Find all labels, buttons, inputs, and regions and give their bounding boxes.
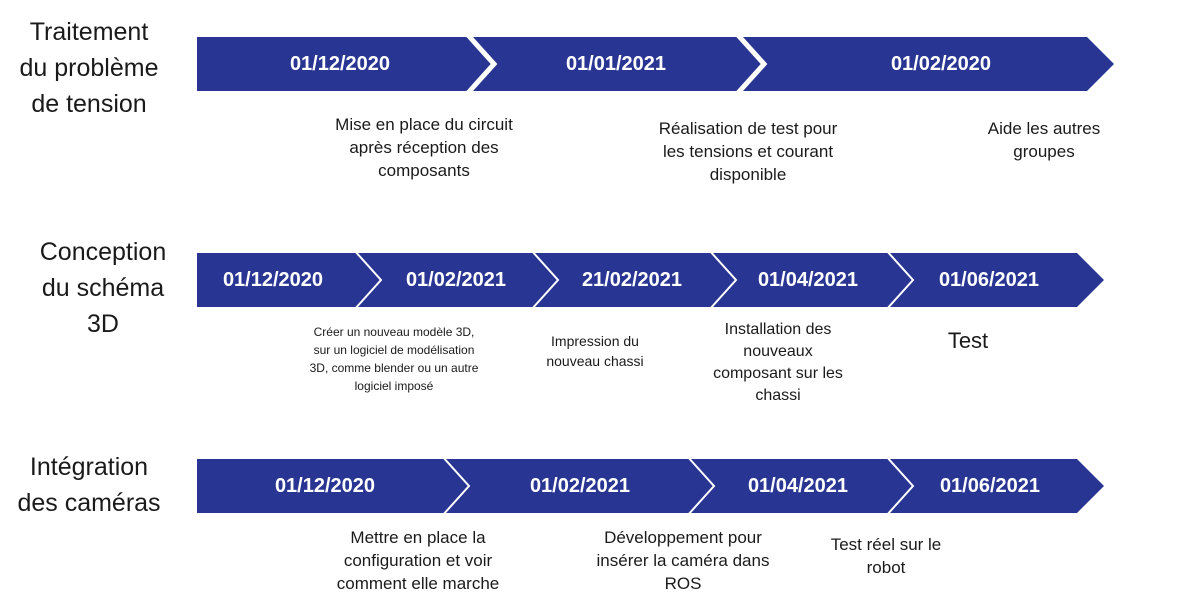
row-2-date-3: 21/02/2021 bbox=[581, 269, 683, 291]
row-3-desc-2: Développement pour insérer la caméra dan… bbox=[596, 528, 770, 593]
row-1-desc-3: Aide les autres groupes bbox=[987, 119, 1101, 161]
row-3-date-1: 01/12/2020 bbox=[274, 475, 376, 497]
row-3-desc-1: Mettre en place la configuration et voir… bbox=[336, 528, 500, 593]
row-2-desc-2: Impression du nouveau chassi bbox=[546, 333, 644, 369]
row-3-date-4: 01/06/2021 bbox=[939, 475, 1041, 497]
row-2-date-5: 01/06/2021 bbox=[938, 269, 1040, 291]
row-2-date-4: 01/04/2021 bbox=[757, 269, 859, 291]
row-1-date-1: 01/12/2020 bbox=[289, 53, 391, 75]
row-1-desc-2: Réalisation de test pour les tensions et… bbox=[658, 119, 838, 184]
row-3-date-2: 01/02/2021 bbox=[529, 475, 631, 497]
row-2-desc-3: Installation des nouveaux composant sur … bbox=[713, 321, 843, 404]
row-2-desc-4: Test bbox=[947, 328, 989, 353]
row-3-date-3: 01/04/2021 bbox=[747, 475, 849, 497]
row-1-desc-1: Mise en place du circuit après réception… bbox=[335, 115, 513, 180]
row-2-date-1: 01/12/2020 bbox=[222, 269, 324, 291]
row-3-desc-3: Test réel sur le robot bbox=[830, 535, 942, 577]
row-1-date-2: 01/01/2021 bbox=[565, 53, 667, 75]
row-2-desc-1: Créer un nouveau modèle 3D, sur un logic… bbox=[309, 325, 479, 393]
row-1-date-3: 01/02/2020 bbox=[890, 53, 992, 75]
row-2-date-2: 01/02/2021 bbox=[405, 269, 507, 291]
